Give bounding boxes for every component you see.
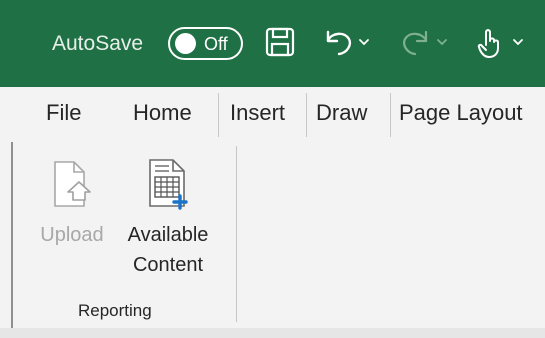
ribbon-bottom-band <box>0 328 545 338</box>
toggle-knob <box>175 33 196 54</box>
toggle-state: Off <box>204 34 228 54</box>
available-content-button[interactable]: Available Content <box>116 158 220 280</box>
tab-insert[interactable]: Insert <box>230 99 285 127</box>
window-left-edge <box>11 142 13 338</box>
title-bar: AutoSave Off <box>0 0 545 87</box>
tab-divider <box>306 93 307 137</box>
tab-draw[interactable]: Draw <box>316 99 367 127</box>
group-label-reporting: Reporting <box>78 301 152 320</box>
tab-file[interactable]: File <box>46 99 81 127</box>
redo-icon[interactable] <box>398 26 432 58</box>
available-content-icon <box>149 159 188 210</box>
tab-page-layout[interactable]: Page Layout <box>399 99 523 127</box>
upload-button[interactable]: Upload <box>30 160 114 250</box>
autosave-toggle[interactable]: Off <box>168 27 243 60</box>
touch-mode-dropdown-icon[interactable] <box>512 38 524 48</box>
upload-label: Upload <box>40 224 104 246</box>
tab-divider <box>390 93 391 137</box>
available-content-label-line1: Available <box>127 224 209 246</box>
autosave-label: AutoSave <box>52 32 144 55</box>
tab-home[interactable]: Home <box>133 99 192 127</box>
tab-divider <box>218 93 219 137</box>
touch-mode-icon[interactable] <box>474 26 504 60</box>
save-icon[interactable] <box>264 26 296 58</box>
ribbon-tabs: File Home Insert Draw Page Layout <box>0 87 545 142</box>
group-separator <box>236 146 237 322</box>
undo-icon[interactable] <box>322 26 356 58</box>
excel-window: AutoSave Off File Home Insert Draw Page … <box>0 0 545 338</box>
upload-icon <box>54 161 91 207</box>
undo-dropdown-icon[interactable] <box>358 38 370 48</box>
available-content-label-line2: Content <box>132 254 204 276</box>
redo-dropdown-icon[interactable] <box>436 38 448 48</box>
